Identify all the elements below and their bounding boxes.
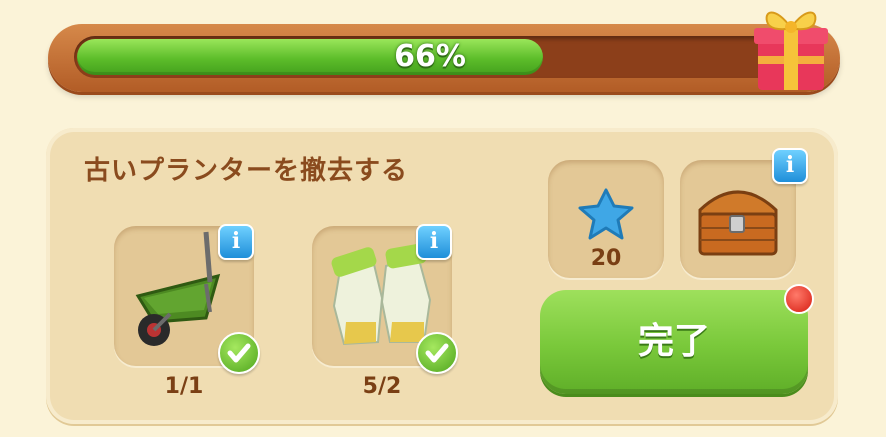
info-button-chest[interactable]: i bbox=[772, 148, 808, 184]
progress-track: 66% bbox=[74, 36, 786, 78]
checkmark-icon bbox=[218, 332, 260, 374]
requirement-count: 1/1 bbox=[164, 374, 204, 399]
notification-dot bbox=[784, 284, 814, 314]
info-button-wheelbarrow[interactable]: i bbox=[218, 224, 254, 260]
requirement-count: 5/2 bbox=[362, 374, 402, 399]
progress-bar: 66% bbox=[48, 24, 840, 92]
complete-button[interactable]: 完了 bbox=[540, 290, 808, 394]
reward-amount: 20 bbox=[590, 246, 622, 271]
task-title: 古いプランターを撤去する bbox=[84, 156, 409, 186]
progress-label: 66% bbox=[394, 39, 466, 74]
info-button-gloves[interactable]: i bbox=[416, 224, 452, 260]
gift-box-icon[interactable] bbox=[748, 0, 834, 96]
checkmark-icon bbox=[416, 332, 458, 374]
